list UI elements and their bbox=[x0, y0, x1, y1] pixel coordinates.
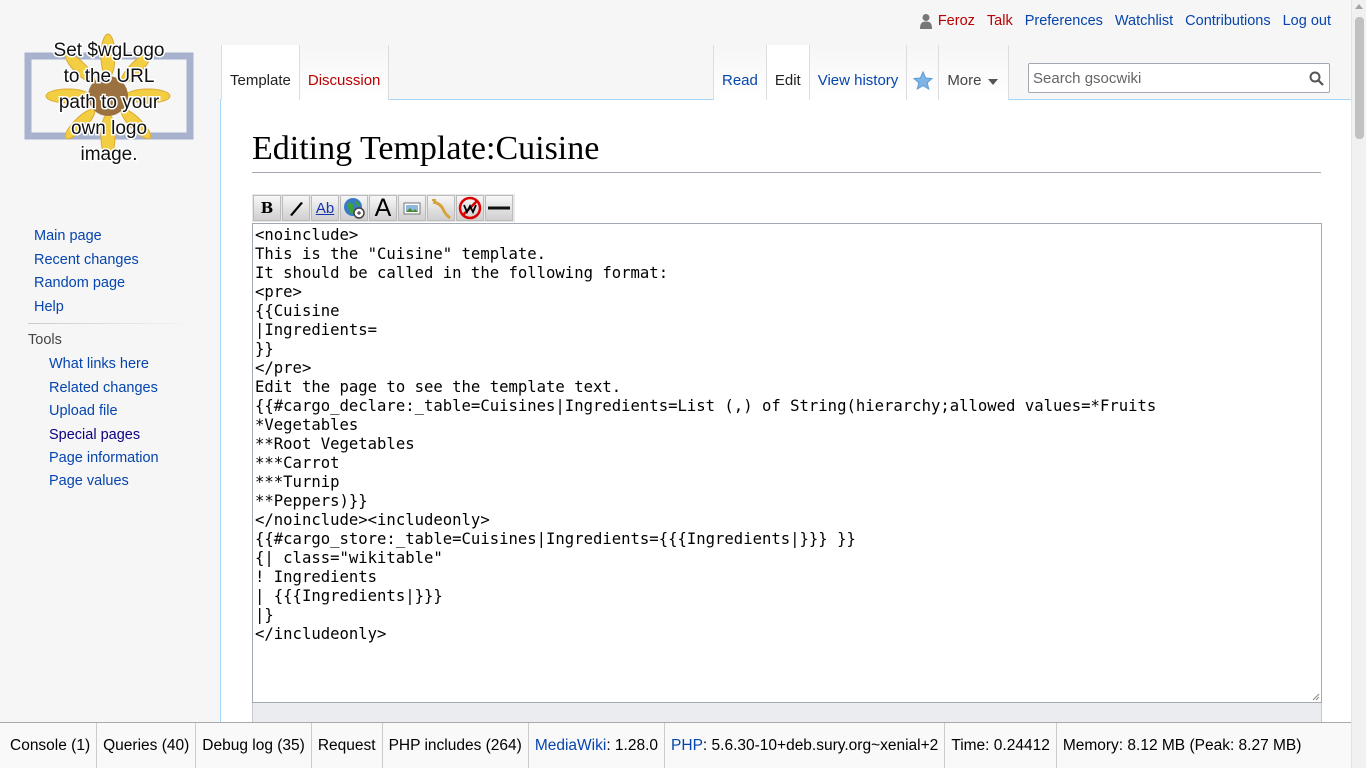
nowiki-icon bbox=[458, 196, 482, 220]
php-version-value: : 5.6.30-10+deb.sury.org~xenial+2 bbox=[702, 737, 939, 754]
search-input[interactable] bbox=[1029, 65, 1303, 91]
bold-button[interactable]: B bbox=[253, 195, 281, 221]
horizontal-line-button[interactable] bbox=[485, 195, 513, 221]
scrollbar-thumb[interactable] bbox=[1355, 17, 1364, 139]
headline-icon: A bbox=[374, 194, 392, 222]
wikitext-textarea[interactable] bbox=[253, 224, 1321, 702]
sidebar-item-what-links-here[interactable]: What links here bbox=[49, 353, 220, 376]
debug-time: Time: 0.24412 bbox=[945, 723, 1057, 768]
tab-template[interactable]: Template bbox=[221, 45, 300, 100]
user-page-link[interactable]: Feroz bbox=[919, 13, 975, 29]
content-area: Editing Template:Cuisine B Ab A bbox=[220, 99, 1351, 739]
navigation-portal: Main page Recent changes Random page Hel… bbox=[0, 225, 220, 319]
debug-request-tab[interactable]: Request bbox=[312, 723, 383, 768]
sidebar-item-page-values[interactable]: Page values bbox=[49, 470, 220, 493]
sidebar: Main page Recent changes Random page Hel… bbox=[0, 225, 220, 494]
tab-view-history[interactable]: View history bbox=[809, 45, 908, 100]
personal-tools: Feroz Talk Preferences Watchlist Contrib… bbox=[908, 13, 1331, 29]
chevron-down-icon bbox=[987, 79, 998, 85]
star-icon bbox=[912, 71, 933, 91]
mediawiki-link[interactable]: MediaWiki bbox=[535, 737, 606, 755]
tab-read[interactable]: Read bbox=[713, 45, 767, 100]
nowiki-button[interactable] bbox=[456, 195, 484, 221]
tools-divider bbox=[28, 323, 198, 324]
sidebar-item-special-pages[interactable]: Special pages bbox=[49, 424, 220, 447]
preferences-link[interactable]: Preferences bbox=[1025, 13, 1103, 29]
italic-icon bbox=[290, 202, 303, 216]
edit-toolbar: B Ab A bbox=[252, 194, 515, 222]
logo-image: Set $wgLogo to the URL path to your own … bbox=[24, 33, 194, 167]
namespace-tabs: Template Discussion bbox=[221, 45, 390, 100]
horizontal-line-icon bbox=[488, 206, 510, 210]
debug-log-tab[interactable]: Debug log (35) bbox=[196, 723, 312, 768]
tab-edit[interactable]: Edit bbox=[766, 45, 810, 100]
watch-star-button[interactable] bbox=[907, 45, 940, 100]
italic-button[interactable] bbox=[282, 195, 310, 221]
logout-link[interactable]: Log out bbox=[1283, 13, 1331, 29]
site-logo[interactable]: Set $wgLogo to the URL path to your own … bbox=[12, 26, 202, 176]
more-label[interactable]: More bbox=[947, 72, 981, 89]
sidebar-item-recent-changes[interactable]: Recent changes bbox=[34, 249, 220, 273]
search-button[interactable] bbox=[1303, 64, 1329, 92]
logo-line-3: path to your bbox=[59, 92, 160, 113]
mediawiki-version-value: : 1.28.0 bbox=[606, 737, 659, 754]
php-link[interactable]: PHP bbox=[671, 737, 703, 755]
user-icon bbox=[919, 14, 932, 29]
search-icon bbox=[1309, 71, 1324, 86]
search-box bbox=[1028, 63, 1330, 93]
sidebar-item-help[interactable]: Help bbox=[34, 296, 220, 320]
sidebar-item-upload-file[interactable]: Upload file bbox=[49, 400, 220, 423]
page-title: Editing Template:Cuisine bbox=[252, 128, 1321, 173]
external-link-button[interactable] bbox=[340, 195, 368, 221]
bold-icon: B bbox=[260, 199, 274, 217]
editor-footer bbox=[252, 703, 1322, 723]
debug-php-version: PHP: 5.6.30-10+deb.sury.org~xenial+2 bbox=[665, 723, 946, 768]
sidebar-item-random-page[interactable]: Random page bbox=[34, 272, 220, 296]
embedded-file-icon bbox=[403, 202, 421, 215]
external-link-icon bbox=[344, 198, 365, 219]
sidebar-item-page-information[interactable]: Page information bbox=[49, 447, 220, 470]
math-button[interactable] bbox=[427, 195, 455, 221]
internal-link-icon: Ab bbox=[315, 199, 335, 217]
more-menu[interactable]: More bbox=[939, 45, 1009, 100]
embedded-file-button[interactable] bbox=[398, 195, 426, 221]
logo-line-1: Set $wgLogo bbox=[54, 40, 165, 61]
debug-memory: Memory: 8.12 MB (Peak: 8.27 MB) bbox=[1062, 737, 1302, 754]
logo-line-4: own logo bbox=[71, 118, 147, 139]
debug-php-includes-tab[interactable]: PHP includes (264) bbox=[383, 723, 529, 768]
scroll-up-icon[interactable] bbox=[1355, 4, 1363, 9]
debug-mediawiki-version: MediaWiki: 1.28.0 bbox=[529, 723, 666, 768]
debug-queries-tab[interactable]: Queries (40) bbox=[97, 723, 197, 768]
contributions-link[interactable]: Contributions bbox=[1185, 13, 1270, 29]
watchlist-link[interactable]: Watchlist bbox=[1115, 13, 1173, 29]
headline-button[interactable]: A bbox=[369, 195, 397, 221]
logo-line-2: to the URL bbox=[64, 66, 155, 87]
view-tabs: Read Edit View history More bbox=[713, 45, 1009, 100]
tools-portal: What links here Related changes Upload f… bbox=[0, 353, 220, 493]
wikitext-editor[interactable] bbox=[252, 223, 1322, 703]
resize-grip-icon[interactable] bbox=[1312, 693, 1320, 701]
tools-heading[interactable]: Tools bbox=[28, 331, 220, 349]
debug-console-tab[interactable]: Console (1) bbox=[0, 723, 98, 768]
username-label[interactable]: Feroz bbox=[938, 13, 975, 29]
math-icon bbox=[432, 199, 451, 219]
sidebar-item-main-page[interactable]: Main page bbox=[34, 225, 220, 249]
sidebar-item-related-changes[interactable]: Related changes bbox=[49, 377, 220, 400]
page-scrollbar[interactable] bbox=[1351, 0, 1366, 768]
logo-line-5: image. bbox=[80, 144, 137, 165]
tab-discussion[interactable]: Discussion bbox=[299, 45, 390, 100]
internal-link-button[interactable]: Ab bbox=[311, 195, 339, 221]
talk-link[interactable]: Talk bbox=[987, 13, 1013, 29]
debug-toolbar: Console (1) Queries (40) Debug log (35) … bbox=[0, 722, 1351, 768]
